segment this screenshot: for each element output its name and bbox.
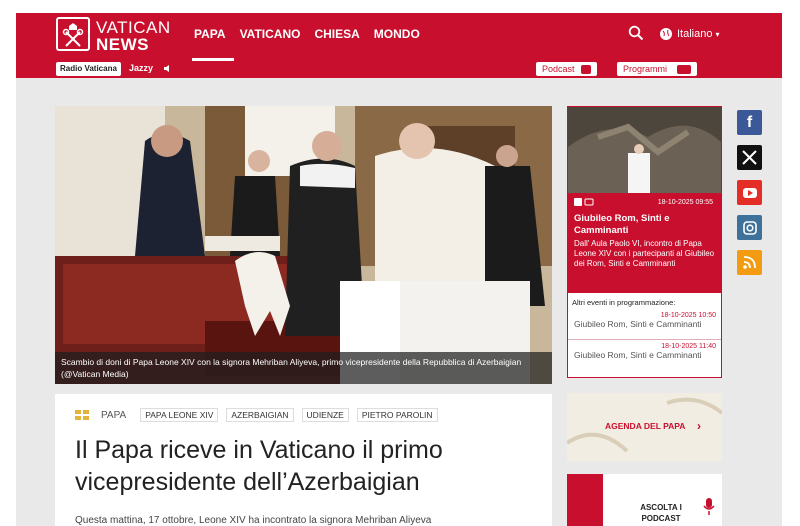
globe-icon	[660, 28, 672, 40]
event-divider	[568, 339, 721, 340]
event-title: Giubileo Rom, Sinti e Camminanti	[574, 319, 702, 329]
x-icon[interactable]	[737, 145, 762, 170]
hero-photo[interactable]: Scambio di doni di Papa Leone XIV con la…	[55, 106, 552, 384]
tag-azerbaigian[interactable]: AZERBAIGIAN	[226, 408, 294, 422]
nav-mondo[interactable]: MONDO	[374, 27, 420, 47]
nav-chiesa[interactable]: CHIESA	[314, 27, 359, 47]
radio-station-label: Jazzy	[129, 63, 154, 73]
search-icon[interactable]	[628, 25, 644, 41]
section-label[interactable]: PAPA	[101, 410, 126, 421]
vatican-news-logo[interactable]: VATICAN NEWS	[56, 17, 176, 54]
nav-vaticano[interactable]: VATICANO	[240, 27, 301, 47]
agenda-label: AGENDA DEL PAPA	[605, 421, 686, 431]
facebook-icon[interactable]: f	[737, 110, 762, 135]
podcast-icon	[580, 64, 591, 74]
article-lead: Questa mattina, 17 ottobre, Leone XIV ha…	[75, 515, 432, 526]
brand-line2: NEWS	[96, 35, 149, 54]
live-thumbnail-scene	[568, 107, 721, 193]
section-icon	[75, 410, 89, 420]
live-now-panel[interactable]: 18-10-2025 09:55 Giubileo Rom, Sinti e C…	[568, 193, 721, 293]
podcast-card-label: ASCOLTA I PODCAST	[640, 503, 682, 523]
podcast-card[interactable]: ASCOLTA I PODCAST	[567, 474, 722, 526]
chevron-down-icon: ▾	[715, 29, 720, 39]
page: VATICAN NEWS PAPA VATICANO CHIESA MONDO …	[0, 0, 800, 526]
live-events-box: 18-10-2025 09:55 Giubileo Rom, Sinti e C…	[567, 106, 722, 378]
programmi-button[interactable]: Programmi	[617, 62, 698, 76]
nav-active-indicator	[192, 58, 234, 61]
event-time: 18-10-2025 11:40	[661, 343, 716, 350]
speaker-icon[interactable]	[163, 64, 172, 73]
other-events-heading: Altri eventi in programmazione:	[572, 298, 676, 307]
event-time: 18-10-2025 10:50	[660, 312, 716, 319]
main-nav: PAPA VATICANO CHIESA MONDO	[194, 27, 434, 47]
radio-vaticana-label[interactable]: Radio Vaticana	[56, 62, 121, 76]
podcast-button-label: Podcast	[542, 64, 575, 74]
event-title: Giubileo Rom, Sinti e Camminanti	[574, 350, 702, 360]
event-item[interactable]: 18-10-2025 10:50 Giubileo Rom, Sinti e C…	[574, 312, 716, 329]
programmi-button-label: Programmi	[623, 64, 668, 74]
event-item[interactable]: 18-10-2025 11:40 Giubileo Rom, Sinti e C…	[574, 343, 716, 360]
podcast-button[interactable]: Podcast	[536, 62, 597, 76]
article-headline[interactable]: Il Papa riceve in Vaticano il primo vice…	[75, 434, 545, 498]
article-card: PAPA PAPA LEONE XIV AZERBAIGIAN UDIENZE …	[55, 394, 552, 526]
live-date: 18-10-2025 09:55	[657, 199, 713, 206]
live-title: Giubileo Rom, Sinti e Camminanti	[574, 213, 670, 236]
chevron-right-icon: ›	[697, 419, 701, 433]
tag-parolin[interactable]: PIETRO PAROLIN	[356, 408, 438, 422]
tag-papa-leone[interactable]: PAPA LEONE XIV	[140, 408, 219, 422]
hero-photo-scene	[55, 106, 552, 384]
photo-caption: Scambio di doni di Papa Leone XIV con la…	[55, 352, 552, 384]
schedule-icon	[677, 64, 692, 74]
nav-papa[interactable]: PAPA	[194, 27, 226, 47]
header-bar: VATICAN NEWS PAPA VATICANO CHIESA MONDO …	[16, 13, 782, 78]
rss-icon[interactable]	[737, 250, 762, 275]
tag-udienze[interactable]: UDIENZE	[301, 408, 349, 422]
agenda-del-papa-card[interactable]: AGENDA DEL PAPA ›	[567, 393, 722, 461]
article-tags: PAPA PAPA LEONE XIV AZERBAIGIAN UDIENZE …	[75, 408, 446, 422]
tv-icon	[574, 198, 594, 206]
instagram-icon[interactable]	[737, 215, 762, 240]
live-thumbnail[interactable]	[568, 107, 721, 193]
language-selector[interactable]: Italiano ▾	[659, 25, 720, 43]
headphones-icon	[567, 474, 603, 526]
language-label: Italiano	[677, 28, 713, 40]
live-description: Dall' Aula Paolo VI, incontro di Papa Le…	[574, 239, 715, 268]
site: VATICAN NEWS PAPA VATICANO CHIESA MONDO …	[16, 13, 782, 526]
vatican-keys-icon	[56, 17, 90, 51]
microphone-icon	[703, 498, 715, 515]
youtube-icon[interactable]	[737, 180, 762, 205]
